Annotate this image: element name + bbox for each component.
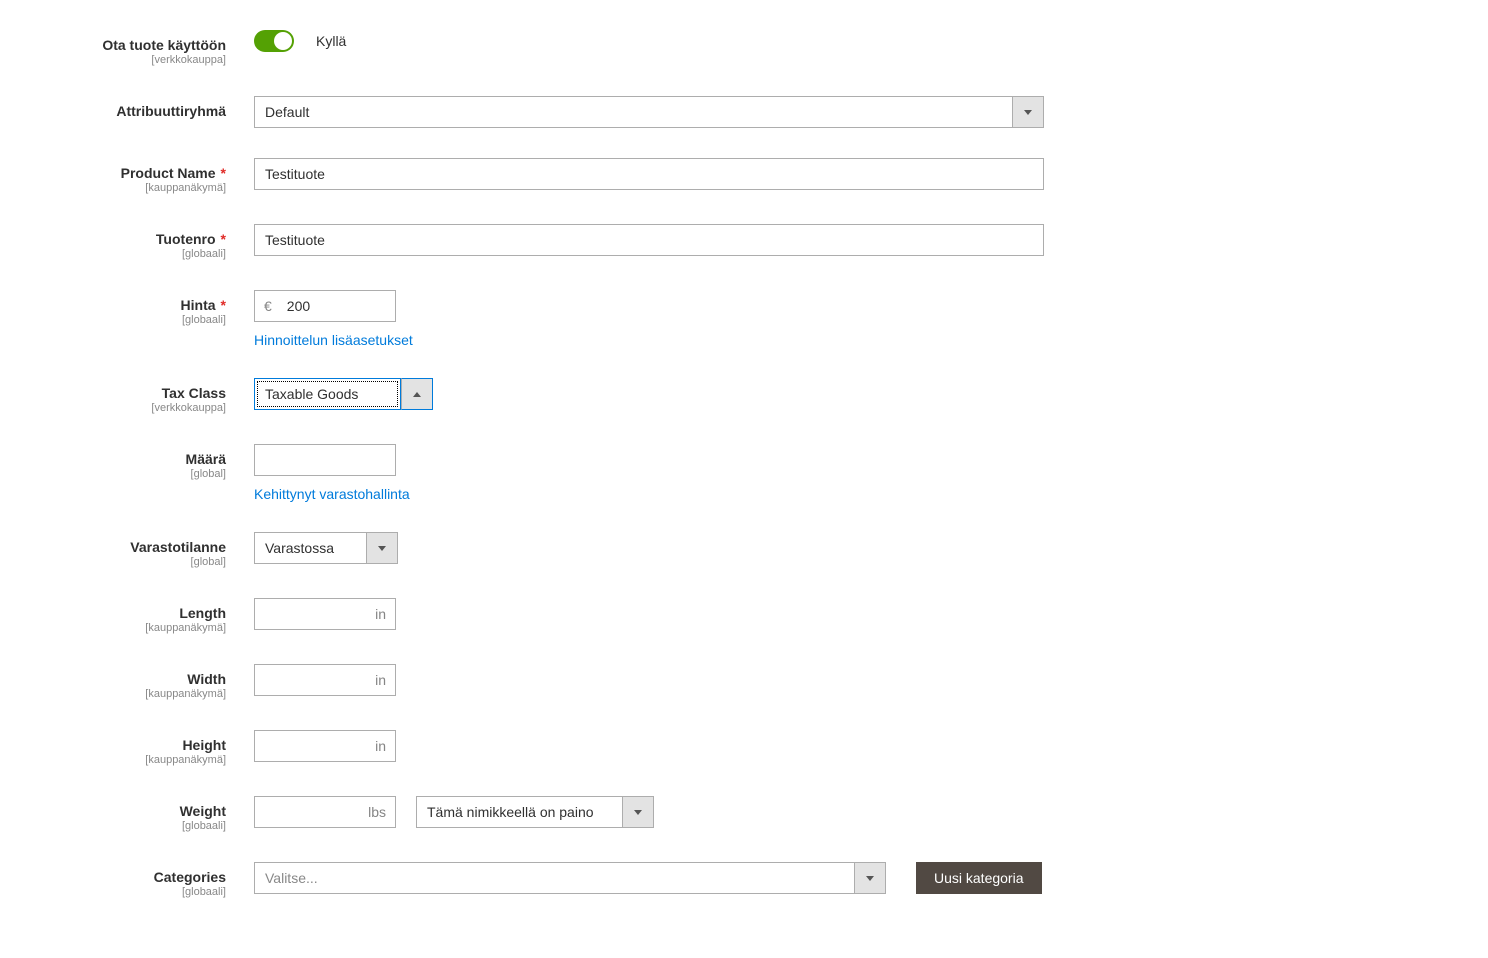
chevron-up-icon[interactable] <box>401 378 433 410</box>
height-scope: [kauppanäkymä] <box>0 754 226 766</box>
hasweight-select[interactable]: Tämä nimikkeellä on paino <box>416 796 654 828</box>
price-input[interactable] <box>281 291 395 321</box>
taxclass-label: Tax Class <box>162 385 226 401</box>
width-unit: in <box>366 665 395 695</box>
height-unit: in <box>366 731 395 761</box>
price-label: Hinta <box>181 297 216 313</box>
chevron-down-icon[interactable] <box>622 796 654 828</box>
required-icon: * <box>221 165 226 181</box>
toggle-handle <box>274 32 292 50</box>
taxclass-scope: [verkkokauppa] <box>0 402 226 414</box>
new-category-button[interactable]: Uusi kategoria <box>916 862 1042 894</box>
categories-placeholder: Valitse... <box>254 862 854 894</box>
required-icon: * <box>221 297 226 313</box>
length-input[interactable] <box>255 599 366 629</box>
attributeset-value: Default <box>254 96 1012 128</box>
enable-label: Ota tuote käyttöön <box>102 37 226 53</box>
attributeset-label: Attribuuttiryhmä <box>116 103 226 119</box>
weight-input[interactable] <box>255 797 359 827</box>
stockstatus-value: Varastossa <box>254 532 366 564</box>
taxclass-select[interactable]: Taxable Goods <box>254 378 433 410</box>
weight-label: Weight <box>180 803 226 819</box>
price-scope: [globaali] <box>0 314 226 326</box>
height-input[interactable] <box>255 731 366 761</box>
enable-scope: [verkkokauppa] <box>0 54 226 66</box>
categories-select[interactable]: Valitse... <box>254 862 886 894</box>
length-unit: in <box>366 599 395 629</box>
width-input[interactable] <box>255 665 366 695</box>
chevron-down-icon[interactable] <box>366 532 398 564</box>
stockstatus-scope: [global] <box>0 556 226 568</box>
chevron-down-icon[interactable] <box>854 862 886 894</box>
weight-scope: [globaali] <box>0 820 226 832</box>
productname-label: Product Name <box>121 165 216 181</box>
categories-label: Categories <box>154 869 226 885</box>
height-input-wrap: in <box>254 730 396 762</box>
length-label: Length <box>179 605 226 621</box>
price-input-wrap: € <box>254 290 396 322</box>
length-input-wrap: in <box>254 598 396 630</box>
enable-value: Kyllä <box>316 33 346 49</box>
enable-toggle[interactable] <box>254 30 294 52</box>
quantity-scope: [global] <box>0 468 226 480</box>
categories-scope: [globaali] <box>0 886 226 898</box>
attributeset-select[interactable]: Default <box>254 96 1044 128</box>
advanced-inventory-link[interactable]: Kehittynyt varastohallinta <box>254 486 410 502</box>
stockstatus-select[interactable]: Varastossa <box>254 532 398 564</box>
currency-symbol: € <box>255 291 281 321</box>
width-input-wrap: in <box>254 664 396 696</box>
productname-scope: [kauppanäkymä] <box>0 182 226 194</box>
weight-unit: lbs <box>359 797 395 827</box>
sku-scope: [globaali] <box>0 248 226 260</box>
taxclass-value: Taxable Goods <box>254 378 401 410</box>
productname-input[interactable] <box>254 158 1044 190</box>
required-icon: * <box>221 231 226 247</box>
weight-input-wrap: lbs <box>254 796 396 828</box>
hasweight-value: Tämä nimikkeellä on paino <box>416 796 622 828</box>
stockstatus-label: Varastotilanne <box>130 539 226 555</box>
sku-input[interactable] <box>254 224 1044 256</box>
quantity-label: Määrä <box>186 451 226 467</box>
quantity-input[interactable] <box>254 444 396 476</box>
width-scope: [kauppanäkymä] <box>0 688 226 700</box>
length-scope: [kauppanäkymä] <box>0 622 226 634</box>
chevron-down-icon[interactable] <box>1012 96 1044 128</box>
sku-label: Tuotenro <box>156 231 216 247</box>
height-label: Height <box>182 737 226 753</box>
advanced-pricing-link[interactable]: Hinnoittelun lisäasetukset <box>254 332 413 348</box>
width-label: Width <box>187 671 226 687</box>
